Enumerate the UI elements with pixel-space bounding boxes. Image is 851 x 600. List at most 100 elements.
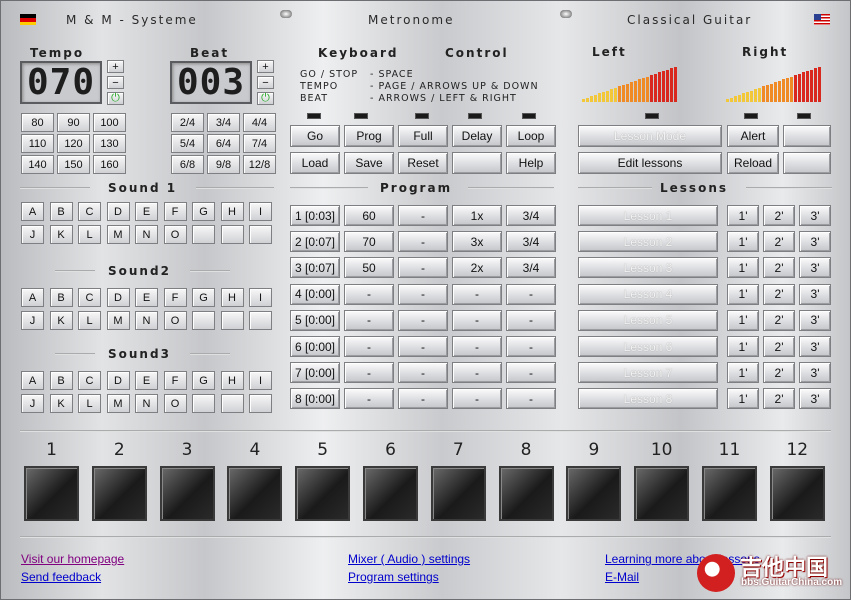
sound1-pad-button[interactable]: B [49, 202, 73, 221]
lesson-duration-button[interactable]: 1' [727, 257, 759, 279]
tempo-plus-button[interactable]: + [107, 60, 124, 73]
lesson-duration-button[interactable]: 1' [727, 336, 759, 357]
sound3-pad-button[interactable]: D [106, 371, 130, 390]
tempo-button[interactable]: 140 [21, 155, 54, 174]
sound2-pad-button[interactable]: D [106, 288, 130, 307]
sound3-pad-button[interactable]: H [220, 371, 244, 390]
program-cell[interactable]: 3x [452, 231, 502, 253]
sound3-pad-button[interactable]: A [21, 371, 44, 390]
sound3-pad-button[interactable] [249, 394, 272, 413]
program-cell[interactable]: - [398, 205, 448, 226]
program-cell[interactable]: - [452, 283, 502, 305]
sound3-pad-button[interactable]: O [163, 394, 187, 413]
email-link[interactable]: E-Mail [605, 570, 639, 584]
sound1-pad-button[interactable]: C [78, 202, 101, 221]
sound1-pad-button[interactable]: F [163, 202, 187, 221]
sound3-pad-button[interactable]: C [78, 371, 101, 390]
sound2-pad-button[interactable]: I [249, 288, 272, 307]
learn-lessons-link[interactable]: Learning more about lessons [605, 552, 760, 566]
beat-pad[interactable] [769, 466, 825, 521]
program-cell[interactable]: - [398, 336, 448, 357]
control-button[interactable]: Save [344, 152, 394, 174]
sound2-pad-button[interactable]: J [21, 311, 44, 330]
program-cell[interactable]: 7 [0:00] [290, 362, 340, 384]
beat-button[interactable]: 6/8 [171, 155, 204, 174]
program-cell[interactable]: - [506, 362, 556, 384]
lesson-duration-button[interactable]: 2' [763, 257, 795, 279]
lesson-duration-button[interactable]: 2' [763, 231, 795, 253]
beat-pad[interactable] [702, 466, 757, 521]
beat-pad[interactable] [159, 466, 215, 521]
lesson-button[interactable]: Lesson 2 [578, 231, 718, 253]
edit-lessons-button[interactable]: Edit lessons [578, 152, 722, 174]
program-cell[interactable]: - [398, 388, 448, 410]
sound3-pad-button[interactable]: E [135, 371, 158, 390]
program-cell[interactable]: 2x [452, 257, 502, 279]
tempo-button[interactable]: 150 [57, 155, 90, 174]
tempo-power-icon[interactable]: ⏻ [107, 92, 124, 105]
sound1-pad-button[interactable]: J [21, 225, 44, 244]
beat-button[interactable]: 6/4 [207, 134, 240, 153]
lesson-duration-button[interactable]: 3' [799, 336, 831, 357]
tempo-button[interactable]: 110 [21, 134, 54, 153]
program-cell[interactable]: - [398, 362, 448, 384]
tempo-button[interactable]: 120 [57, 134, 90, 153]
sound2-pad-button[interactable]: G [192, 288, 215, 307]
sound2-pad-button[interactable] [249, 311, 272, 330]
beat-button[interactable]: 3/4 [207, 113, 240, 132]
beat-pad[interactable] [91, 466, 147, 521]
lesson-duration-button[interactable]: 3' [799, 362, 831, 384]
blank-lesson-button[interactable] [783, 125, 831, 147]
lesson-duration-button[interactable]: 3' [799, 231, 831, 253]
sound2-pad-button[interactable]: K [49, 311, 73, 330]
control-button[interactable]: Loop [506, 125, 556, 147]
lesson-duration-button[interactable]: 1' [727, 362, 759, 384]
control-button[interactable]: Full [398, 125, 448, 147]
sound2-pad-button[interactable]: O [163, 311, 187, 330]
lesson-duration-button[interactable]: 1' [727, 309, 759, 331]
sound3-pad-button[interactable]: L [78, 394, 101, 413]
program-cell[interactable]: - [398, 231, 448, 253]
control-button[interactable]: Load [290, 152, 340, 174]
sound2-pad-button[interactable]: H [220, 288, 244, 307]
program-cell[interactable]: - [344, 336, 394, 357]
program-cell[interactable]: 3/4 [506, 231, 556, 253]
program-cell[interactable]: 70 [344, 231, 394, 253]
program-cell[interactable]: 3/4 [506, 257, 556, 279]
lesson-mode-button[interactable]: Lesson Mode [578, 125, 722, 147]
beat-plus-button[interactable]: + [257, 60, 274, 73]
sound1-pad-button[interactable]: M [106, 225, 130, 244]
sound1-pad-button[interactable]: K [49, 225, 73, 244]
lesson-button[interactable]: Lesson 1 [578, 205, 718, 226]
program-cell[interactable]: 60 [344, 205, 394, 226]
sound3-pad-button[interactable]: J [21, 394, 44, 413]
lesson-duration-button[interactable]: 2' [763, 362, 795, 384]
sound3-pad-button[interactable]: I [249, 371, 272, 390]
program-cell[interactable]: - [452, 309, 502, 331]
lesson-duration-button[interactable]: 2' [763, 336, 795, 357]
beat-pad[interactable] [498, 466, 554, 521]
program-cell[interactable]: - [344, 362, 394, 384]
lesson-duration-button[interactable]: 3' [799, 283, 831, 305]
beat-button[interactable]: 4/4 [243, 113, 276, 132]
lesson-duration-button[interactable]: 3' [799, 388, 831, 410]
lesson-duration-button[interactable]: 1' [727, 283, 759, 305]
lesson-button[interactable]: Lesson 5 [578, 309, 718, 331]
lesson-button[interactable]: Lesson 4 [578, 283, 718, 305]
sound2-pad-button[interactable]: L [78, 311, 101, 330]
beat-pad[interactable] [566, 466, 622, 521]
sound3-pad-button[interactable]: G [192, 371, 215, 390]
tempo-button[interactable]: 130 [93, 134, 126, 153]
sound3-pad-button[interactable]: B [49, 371, 73, 390]
program-cell[interactable]: 1 [0:03] [290, 205, 340, 226]
sound1-pad-button[interactable]: O [163, 225, 187, 244]
program-cell[interactable]: - [506, 336, 556, 357]
sound2-pad-button[interactable]: A [21, 288, 44, 307]
program-cell[interactable]: 1x [452, 205, 502, 226]
beat-pad[interactable] [227, 466, 283, 521]
beat-button[interactable]: 7/4 [243, 134, 276, 153]
program-cell[interactable]: - [452, 336, 502, 357]
sound2-pad-button[interactable]: C [78, 288, 101, 307]
lesson-button[interactable]: Lesson 6 [578, 336, 718, 357]
beat-minus-button[interactable]: − [257, 76, 274, 89]
